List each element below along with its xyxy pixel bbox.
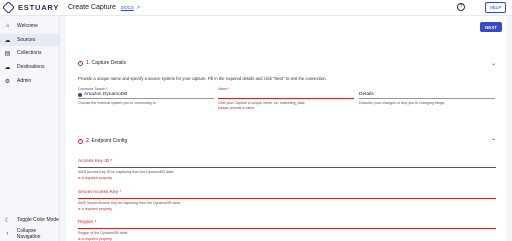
access-key-id-error: is a required property — [78, 176, 112, 180]
home-icon: ⌂ — [5, 23, 10, 29]
sidebar-item-welcome[interactable]: ⌂ Welcome — [0, 20, 60, 32]
chevron-up-icon[interactable]: ⌃ — [491, 138, 496, 145]
connector-search-helper: Choose the external system you're connec… — [78, 101, 157, 105]
sidebar-item-admin[interactable]: ⚙ Admin — [0, 75, 60, 87]
collapse-navigation-label: Collapse Navigation — [16, 228, 41, 240]
sidebar-item-label: Sources — [17, 37, 36, 43]
secret-access-key-error: is a required property — [78, 207, 112, 211]
sidebar-item-collections[interactable]: ▤ Collections — [0, 47, 60, 59]
collapse-navigation-button[interactable]: ‹ Collapse Navigation — [0, 228, 60, 240]
help-circle-icon[interactable]: ? — [457, 3, 465, 11]
name-underline — [218, 98, 354, 99]
next-button-label: NEXT — [484, 24, 497, 30]
secret-access-key-field[interactable]: Secret Access Key * AWS Secret Access Ke… — [78, 190, 496, 211]
endpoint-config-header[interactable]: ! 2. Endpoint Config ⌃ — [78, 136, 496, 146]
chevron-down-icon[interactable]: ⌄ — [491, 60, 496, 67]
gear-icon: ⚙ — [4, 78, 11, 85]
capture-details-description: Provide a unique name and specify a sour… — [78, 76, 327, 81]
details-placeholder: Details — [359, 92, 374, 97]
connector-search-value-text: Amazon DynamoDB — [84, 92, 128, 97]
estuary-logo-icon — [2, 1, 15, 14]
app-root: ESTUARY Create Capture DOCS ↗ ? HELP ⌂ W… — [0, 0, 512, 241]
connector-search-value[interactable]: Amazon DynamoDB — [78, 91, 214, 98]
dynamodb-icon — [78, 92, 82, 97]
secret-access-key-helper: AWS Secret Access Key for capturing from… — [78, 201, 182, 205]
connector-search-field[interactable]: Connector Search * Amazon DynamoDB Choos… — [78, 87, 214, 105]
region-helper: Region of the DynamoDB table — [78, 231, 128, 235]
sidebar: ⌂ Welcome ☁ Sources ▤ Collections ☁ Dest… — [0, 16, 60, 241]
sidebar-item-label: Admin — [17, 78, 32, 84]
error-icon: ! — [78, 60, 83, 66]
name-field[interactable]: Name * Give your Capture a unique name, … — [218, 87, 354, 110]
secret-access-key-input[interactable] — [78, 198, 496, 199]
cloud-download-icon: ☁ — [4, 64, 11, 71]
name-error: please provide a name — [218, 106, 255, 110]
docs-link[interactable]: DOCS — [121, 5, 134, 10]
name-input[interactable] — [218, 91, 354, 98]
details-underline — [359, 98, 495, 99]
toggle-color-mode-button[interactable]: ☾ Toggle Color Mode — [0, 214, 60, 226]
sidebar-item-sources[interactable]: ☁ Sources — [0, 34, 60, 46]
moon-icon: ☾ — [4, 217, 11, 224]
access-key-id-field[interactable]: Access Key ID * AWS Access Key ID for ca… — [78, 159, 496, 180]
help-button-label: HELP — [489, 5, 502, 10]
page-title: Create Capture — [68, 4, 116, 11]
error-icon: ! — [78, 138, 83, 144]
region-field[interactable]: Region * Region of the DynamoDB table is… — [78, 220, 496, 241]
access-key-id-helper: AWS Access Key ID for capturing from the… — [78, 170, 175, 174]
endpoint-config-title: 2. Endpoint Config — [86, 138, 128, 144]
database-icon: ▤ — [4, 50, 11, 57]
main-content: NEXT ! 1. Capture Details ⌄ Provide a un… — [66, 16, 506, 241]
access-key-id-input[interactable] — [78, 167, 496, 168]
sidebar-item-label: Welcome — [17, 23, 38, 29]
details-helper: Describe your changes or why you're chan… — [359, 101, 446, 105]
external-link-icon[interactable]: ↗ — [136, 5, 140, 11]
help-button[interactable]: HELP — [485, 2, 506, 13]
capture-details-header[interactable]: ! 1. Capture Details ⌄ — [78, 58, 496, 68]
cloud-upload-icon: ☁ — [4, 37, 11, 44]
chevron-left-icon: ‹ — [6, 231, 9, 237]
capture-details-title: 1. Capture Details — [86, 60, 127, 66]
details-field[interactable]: Details Describe your changes or why you… — [359, 87, 495, 105]
toggle-color-mode-label: Toggle Color Mode — [17, 217, 59, 223]
next-button[interactable]: NEXT — [480, 22, 502, 32]
sidebar-item-label: Collections — [17, 50, 42, 56]
connector-search-underline — [78, 98, 214, 99]
name-helper: Give your Capture a unique name, ex: mar… — [218, 101, 305, 105]
top-bar: ESTUARY Create Capture DOCS ↗ ? HELP — [0, 0, 512, 16]
sidebar-item-destinations[interactable]: ☁ Destinations — [0, 61, 60, 73]
region-input[interactable] — [78, 228, 496, 229]
logo[interactable]: ESTUARY — [0, 0, 64, 16]
details-input[interactable]: Details — [359, 91, 495, 98]
sidebar-item-label: Destinations — [17, 64, 45, 70]
region-error: is a required property — [78, 237, 112, 241]
logo-text: ESTUARY — [18, 3, 60, 12]
